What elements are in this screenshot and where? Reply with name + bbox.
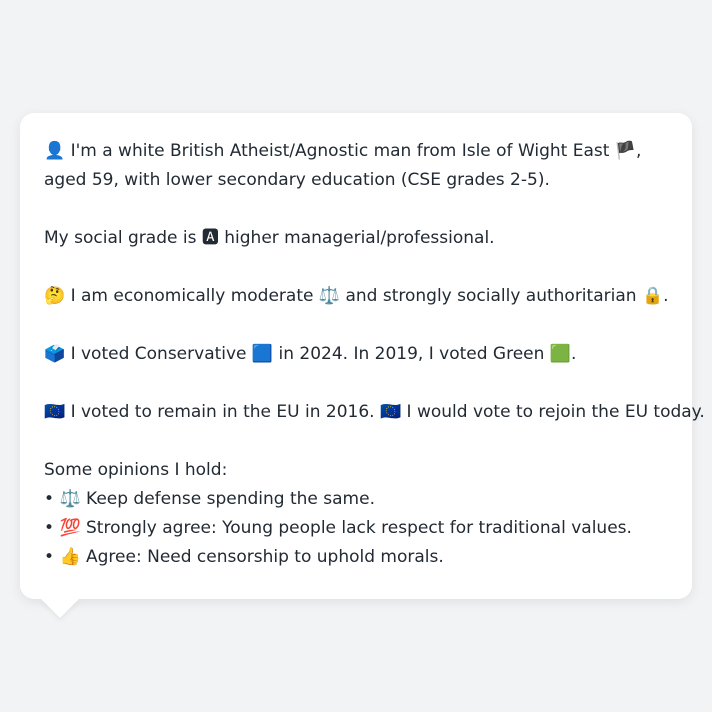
thumbs-up-icon: 👍	[59, 547, 81, 567]
hundred-points-icon: 💯	[59, 518, 81, 538]
opinions-heading: Some opinions I hold:	[44, 460, 228, 480]
vote-text-2: in 2024. In 2019, I voted Green	[278, 344, 545, 364]
bullet: •	[44, 489, 55, 509]
social-text: and strongly socially authoritarian	[345, 286, 637, 306]
opinion-item: • 👍 Agree: Need censorship to uphold mor…	[44, 543, 676, 572]
opinion-text: Strongly agree: Young people lack respec…	[86, 518, 632, 538]
ballot-box-icon: 🗳️	[44, 344, 66, 364]
eu-flag-icon: 🇪🇺	[379, 402, 402, 422]
person-icon: 👤	[44, 141, 66, 161]
message-bubble: 👤 I'm a white British Atheist/Agnostic m…	[20, 113, 705, 599]
scales-icon: ⚖️	[318, 286, 341, 306]
vote-period: .	[571, 344, 577, 364]
england-flag-icon: 🏴	[614, 141, 636, 161]
bullet: •	[44, 518, 55, 538]
eu-text-2: I would vote to rejoin the EU today.	[406, 402, 705, 422]
identity-text: I'm a white British Atheist/Agnostic man…	[70, 141, 610, 161]
eu-text: I voted to remain in the EU in 2016.	[70, 402, 375, 422]
economic-period: .	[663, 286, 669, 306]
opinion-text: Agree: Need censorship to uphold morals.	[86, 547, 444, 567]
lock-icon: 🔒	[641, 286, 664, 306]
economic-line: 🤔 I am economically moderate ⚖️ and stro…	[44, 282, 676, 311]
social-grade-text: My social grade is	[44, 228, 197, 248]
social-grade-line: My social grade is 🅰 higher managerial/p…	[44, 224, 676, 253]
green-square-icon: 🟩	[549, 344, 571, 364]
opinion-item: • 💯 Strongly agree: Young people lack re…	[44, 514, 676, 543]
identity-line: 👤 I'm a white British Atheist/Agnostic m…	[44, 137, 676, 195]
vote-text: I voted Conservative	[70, 344, 247, 364]
eu-line: 🇪🇺 I voted to remain in the EU in 2016. …	[44, 398, 705, 427]
bubble-tail	[40, 598, 80, 618]
grade-a-icon: 🅰	[201, 228, 219, 248]
economic-text: I am economically moderate	[70, 286, 314, 306]
opinion-text: Keep defense spending the same.	[86, 489, 375, 509]
scales-icon: ⚖️	[59, 489, 81, 509]
bullet: •	[44, 547, 55, 567]
thinking-face-icon: 🤔	[44, 286, 66, 306]
eu-flag-icon: 🇪🇺	[44, 402, 66, 422]
opinion-item: • ⚖️ Keep defense spending the same.	[44, 485, 676, 514]
social-grade-value: higher managerial/professional.	[224, 228, 495, 248]
vote-line: 🗳️ I voted Conservative 🟦 in 2024. In 20…	[44, 340, 676, 369]
blue-square-icon: 🟦	[251, 344, 274, 364]
